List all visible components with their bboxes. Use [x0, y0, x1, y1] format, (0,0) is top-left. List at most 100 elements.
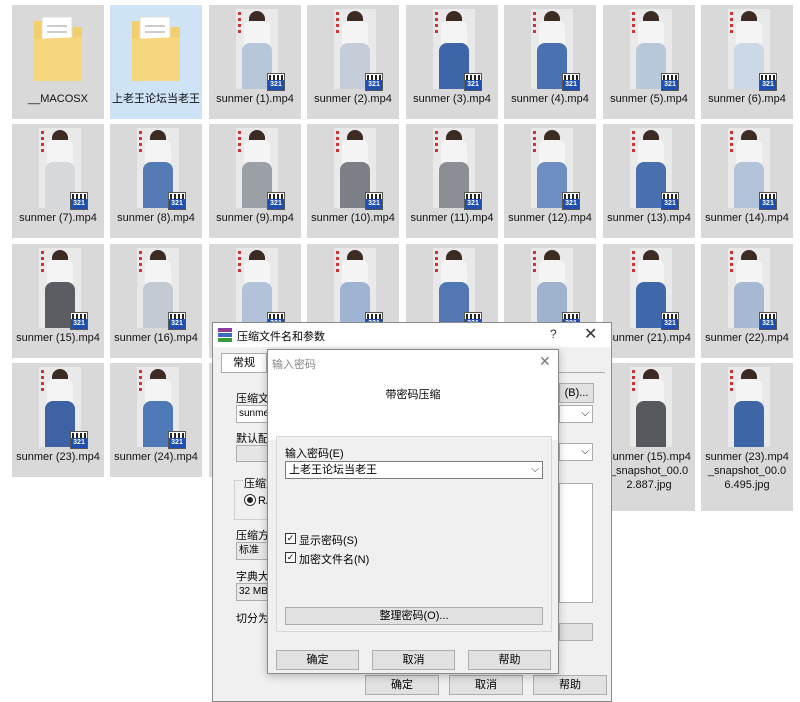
help-icon[interactable]: ? — [550, 327, 557, 341]
ok-button[interactable]: 确定 — [276, 650, 359, 670]
video-player-badge-icon: 321 — [661, 192, 679, 210]
video-player-badge-icon: 321 — [70, 431, 88, 449]
thumbnail-stripe — [41, 370, 44, 394]
video-player-badge-icon: 321 — [562, 73, 580, 91]
file-name: sunmer (21).mp4 — [607, 332, 691, 344]
file-name: sunmer (14).mp4 — [705, 212, 789, 224]
default-profile-label: 默认配 — [236, 433, 269, 445]
thumbnail-figure — [539, 21, 565, 45]
file-item[interactable]: 321 sunmer (7).mp4 — [12, 124, 104, 238]
thumbnail-figure — [342, 21, 368, 45]
help-button[interactable]: 帮助 — [533, 675, 607, 695]
file-item[interactable]: 321 sunmer (10).mp4 — [307, 124, 399, 238]
file-name: __MACOSX — [28, 93, 88, 105]
file-item[interactable]: 321 sunmer (14).mp4 — [701, 124, 793, 238]
file-item[interactable]: sunmer (15).mp4_snapshot_00.02.887.jpg — [603, 363, 695, 511]
thumbnail-stripe — [533, 131, 536, 155]
show-password-checkbox[interactable]: ✓ — [285, 533, 296, 544]
thumbnail-stripe — [139, 370, 142, 394]
video-player-badge-icon: 321 — [562, 192, 580, 210]
file-name: sunmer (15).mp4_snapshot_00.02.887.jpg — [607, 451, 691, 491]
show-password-label: 显示密码(S) — [299, 535, 358, 547]
thumbnail-figure — [441, 260, 467, 284]
file-name: sunmer (5).mp4 — [610, 93, 688, 105]
file-name: sunmer (1).mp4 — [216, 93, 294, 105]
file-name: sunmer (24).mp4 — [114, 451, 198, 463]
file-item[interactable]: 321 sunmer (21).mp4 — [603, 244, 695, 358]
thumbnail-figure — [638, 21, 664, 45]
dialog-title: 压缩文件名和参数 — [237, 331, 325, 343]
chevron-down-icon: ⌵ — [581, 408, 589, 419]
file-name: sunmer (22).mp4 — [705, 332, 789, 344]
file-item[interactable]: 321 sunmer (3).mp4 — [406, 5, 498, 119]
file-item[interactable]: sunmer (23).mp4_snapshot_00.06.495.jpg — [701, 363, 793, 511]
file-name: sunmer (23).mp4 — [16, 451, 100, 463]
thumbnail-stripe — [730, 131, 733, 155]
thumbnail-figure — [47, 379, 73, 403]
cancel-button[interactable]: 取消 — [372, 650, 455, 670]
file-item[interactable]: 321 sunmer (16).mp4 — [110, 244, 202, 358]
video-player-badge-icon: 321 — [759, 73, 777, 91]
file-item[interactable]: 321 sunmer (23).mp4 — [12, 363, 104, 477]
organize-passwords-button[interactable]: 整理密码(O)... — [285, 607, 543, 625]
dictionary-label: 字典大 — [236, 571, 269, 583]
thumbnail-figure — [736, 379, 762, 403]
browse-button[interactable]: (B)... — [559, 383, 594, 403]
encrypt-filenames-checkbox[interactable]: ✓ — [285, 552, 296, 563]
file-item[interactable]: 321 sunmer (9).mp4 — [209, 124, 301, 238]
tab-general[interactable]: 常规 — [221, 353, 267, 373]
file-item[interactable]: 321 sunmer (4).mp4 — [504, 5, 596, 119]
ok-button[interactable]: 确定 — [365, 675, 439, 695]
file-item[interactable]: 321 sunmer (1).mp4 — [209, 5, 301, 119]
thumbnail-figure — [145, 140, 171, 164]
update-mode-dropdown[interactable]: ⌵ — [559, 443, 593, 461]
archive-name-dropdown[interactable]: ⌵ — [559, 405, 593, 423]
video-player-badge-icon: 321 — [464, 192, 482, 210]
video-player-badge-icon: 321 — [661, 73, 679, 91]
video-thumbnail — [630, 367, 672, 447]
file-item[interactable]: 321 sunmer (24).mp4 — [110, 363, 202, 477]
set-password-button[interactable] — [559, 623, 593, 641]
file-item[interactable]: 321 sunmer (12).mp4 — [504, 124, 596, 238]
thumbnail-stripe — [139, 251, 142, 275]
password-input[interactable]: 上老王论坛当老王 ⌵ — [285, 461, 543, 479]
thumbnail-stripe — [730, 370, 733, 394]
folder-icon — [34, 16, 82, 81]
thumbnail-stripe — [139, 131, 142, 155]
file-item[interactable]: 321 sunmer (15).mp4 — [12, 244, 104, 358]
close-icon[interactable]: ✕ — [539, 353, 551, 370]
thumbnail-figure — [736, 140, 762, 164]
thumbnail-figure — [244, 140, 270, 164]
format-rar-radio[interactable] — [244, 494, 256, 506]
split-label: 切分为 — [236, 613, 269, 625]
folder-item[interactable]: __MACOSX — [12, 5, 104, 119]
thumbnail-stripe — [336, 251, 339, 275]
file-name: sunmer (2).mp4 — [314, 93, 392, 105]
file-item[interactable]: 321 sunmer (11).mp4 — [406, 124, 498, 238]
video-player-badge-icon: 321 — [168, 192, 186, 210]
file-item[interactable]: 321 sunmer (13).mp4 — [603, 124, 695, 238]
video-player-badge-icon: 321 — [759, 312, 777, 330]
thumbnail-figure — [145, 260, 171, 284]
folder-icon — [132, 16, 180, 81]
file-item[interactable]: 321 sunmer (5).mp4 — [603, 5, 695, 119]
folder-item[interactable]: 上老王论坛当老王 — [110, 5, 202, 119]
file-item[interactable]: 321 sunmer (22).mp4 — [701, 244, 793, 358]
thumbnail-figure — [736, 260, 762, 284]
file-name: sunmer (10).mp4 — [311, 212, 395, 224]
close-icon[interactable]: ✕ — [584, 324, 597, 344]
file-name: sunmer (13).mp4 — [607, 212, 691, 224]
help-button[interactable]: 帮助 — [468, 650, 551, 670]
cancel-button[interactable]: 取消 — [449, 675, 523, 695]
thumbnail-stripe — [533, 251, 536, 275]
file-item[interactable]: 321 sunmer (8).mp4 — [110, 124, 202, 238]
file-item[interactable]: 321 sunmer (6).mp4 — [701, 5, 793, 119]
thumbnail-figure — [638, 260, 664, 284]
thumbnail-stripe — [336, 131, 339, 155]
thumbnail-figure — [47, 260, 73, 284]
thumbnail-figure — [342, 260, 368, 284]
thumbnail-stripe — [238, 131, 241, 155]
thumbnail-figure — [441, 140, 467, 164]
password-label: 输入密码(E) — [285, 448, 344, 460]
file-item[interactable]: 321 sunmer (2).mp4 — [307, 5, 399, 119]
